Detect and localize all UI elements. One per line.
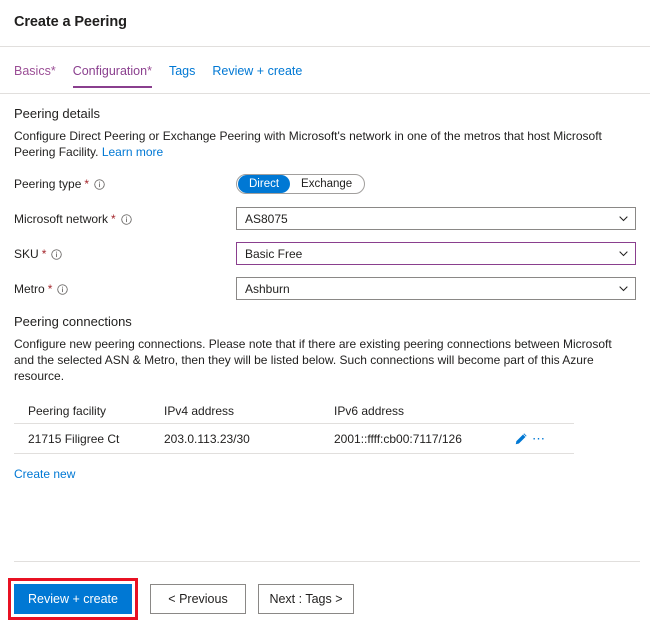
sku-label: SKU: [14, 246, 39, 261]
chevron-down-icon: [618, 248, 629, 259]
sku-required-asterisk: *: [41, 246, 47, 261]
metro-label: Metro: [14, 281, 45, 296]
tab-basics-required: *: [50, 64, 56, 78]
peering-type-option-exchange[interactable]: Exchange: [290, 175, 363, 193]
peering-type-label: Peering type: [14, 176, 82, 191]
metro-required-asterisk: *: [47, 281, 53, 296]
footer-divider: [14, 561, 640, 562]
peering-type-label-group: Peering type *: [14, 177, 236, 191]
table-row[interactable]: 21715 Filigree Ct 203.0.113.23/30 2001::…: [14, 424, 574, 454]
peering-type-required-asterisk: *: [84, 176, 90, 191]
review-create-button[interactable]: Review + create: [14, 584, 132, 614]
tab-configuration-label: Configuration: [72, 64, 148, 78]
peering-connections-table: Peering facility IPv4 address IPv6 addre…: [14, 398, 574, 454]
peering-details-heading: Peering details: [14, 106, 100, 121]
tab-configuration-required: *: [147, 64, 152, 78]
peering-type-option-direct[interactable]: Direct: [238, 174, 291, 193]
review-create-highlight-box: Review + create: [8, 578, 138, 620]
peering-connections-heading: Peering connections: [14, 314, 132, 329]
column-header-peering-facility: Peering facility: [28, 403, 107, 418]
cell-peering-facility: 21715 Filigree Ct: [28, 431, 120, 446]
info-icon[interactable]: [51, 249, 63, 260]
peering-type-toggle[interactable]: Direct Exchange: [236, 173, 366, 194]
cell-ipv6-address: 2001::ffff:cb00:7117/126: [334, 431, 462, 446]
next-tags-button[interactable]: Next : Tags >: [258, 584, 354, 614]
cell-actions: ⋯: [514, 432, 574, 446]
column-header-ipv6-address: IPv6 address: [334, 403, 405, 418]
cell-ipv4-address: 203.0.113.23/30: [164, 431, 250, 446]
metro-label-group: Metro *: [14, 282, 236, 296]
metro-value: Ashburn: [245, 281, 290, 296]
peering-details-description: Configure Direct Peering or Exchange Pee…: [14, 128, 614, 160]
table-header-row: Peering facility IPv4 address IPv6 addre…: [14, 398, 574, 424]
info-icon[interactable]: [121, 214, 132, 225]
tab-review-create-label: Review + create: [212, 64, 303, 78]
tab-basics[interactable]: Basics*: [14, 64, 56, 88]
column-header-ipv4-address: IPv4 address: [164, 403, 235, 418]
field-row-sku: SKU * Basic Free: [14, 242, 636, 265]
sku-value: Basic Free: [245, 246, 303, 261]
sku-dropdown[interactable]: Basic Free: [236, 242, 636, 265]
tab-review-create[interactable]: Review + create: [212, 64, 302, 88]
sku-label-group: SKU *: [14, 247, 236, 261]
microsoft-network-label-group: Microsoft network *: [14, 212, 236, 226]
microsoft-network-dropdown[interactable]: AS8075: [236, 207, 636, 230]
tab-tags[interactable]: Tags: [169, 64, 195, 88]
field-row-metro: Metro * Ashburn: [14, 277, 636, 300]
edit-pencil-icon[interactable]: [514, 432, 528, 446]
chevron-down-icon: [618, 283, 629, 294]
tab-tags-label: Tags: [168, 64, 196, 78]
tab-configuration[interactable]: Configuration*: [72, 64, 152, 88]
microsoft-network-label: Microsoft network: [14, 211, 109, 226]
tab-basics-label: Basics: [14, 64, 51, 78]
wizard-tabstrip: Basics* Configuration* Tags Review + cre…: [0, 64, 650, 94]
blade-content: Peering details Configure Direct Peering…: [0, 94, 650, 481]
page-title: Create a Peering: [14, 14, 127, 30]
info-icon[interactable]: [94, 179, 105, 190]
learn-more-link[interactable]: Learn more: [102, 145, 163, 159]
peering-connections-description: Configure new peering connections. Pleas…: [14, 337, 612, 383]
previous-button[interactable]: < Previous: [150, 584, 246, 614]
wizard-footer: Review + create < Previous Next : Tags >: [0, 578, 354, 620]
blade-header: Create a Peering: [0, 0, 650, 47]
field-row-microsoft-network: Microsoft network * AS8075: [14, 207, 636, 230]
metro-dropdown[interactable]: Ashburn: [236, 277, 636, 300]
info-icon[interactable]: [57, 284, 69, 295]
more-options-ellipsis-icon[interactable]: ⋯: [532, 432, 546, 445]
chevron-down-icon: [618, 213, 629, 224]
create-new-link[interactable]: Create new: [14, 467, 75, 481]
microsoft-network-value: AS8075: [245, 211, 288, 226]
microsoft-network-required-asterisk: *: [111, 211, 116, 226]
field-row-peering-type: Peering type * Direct Exchange: [14, 172, 636, 195]
